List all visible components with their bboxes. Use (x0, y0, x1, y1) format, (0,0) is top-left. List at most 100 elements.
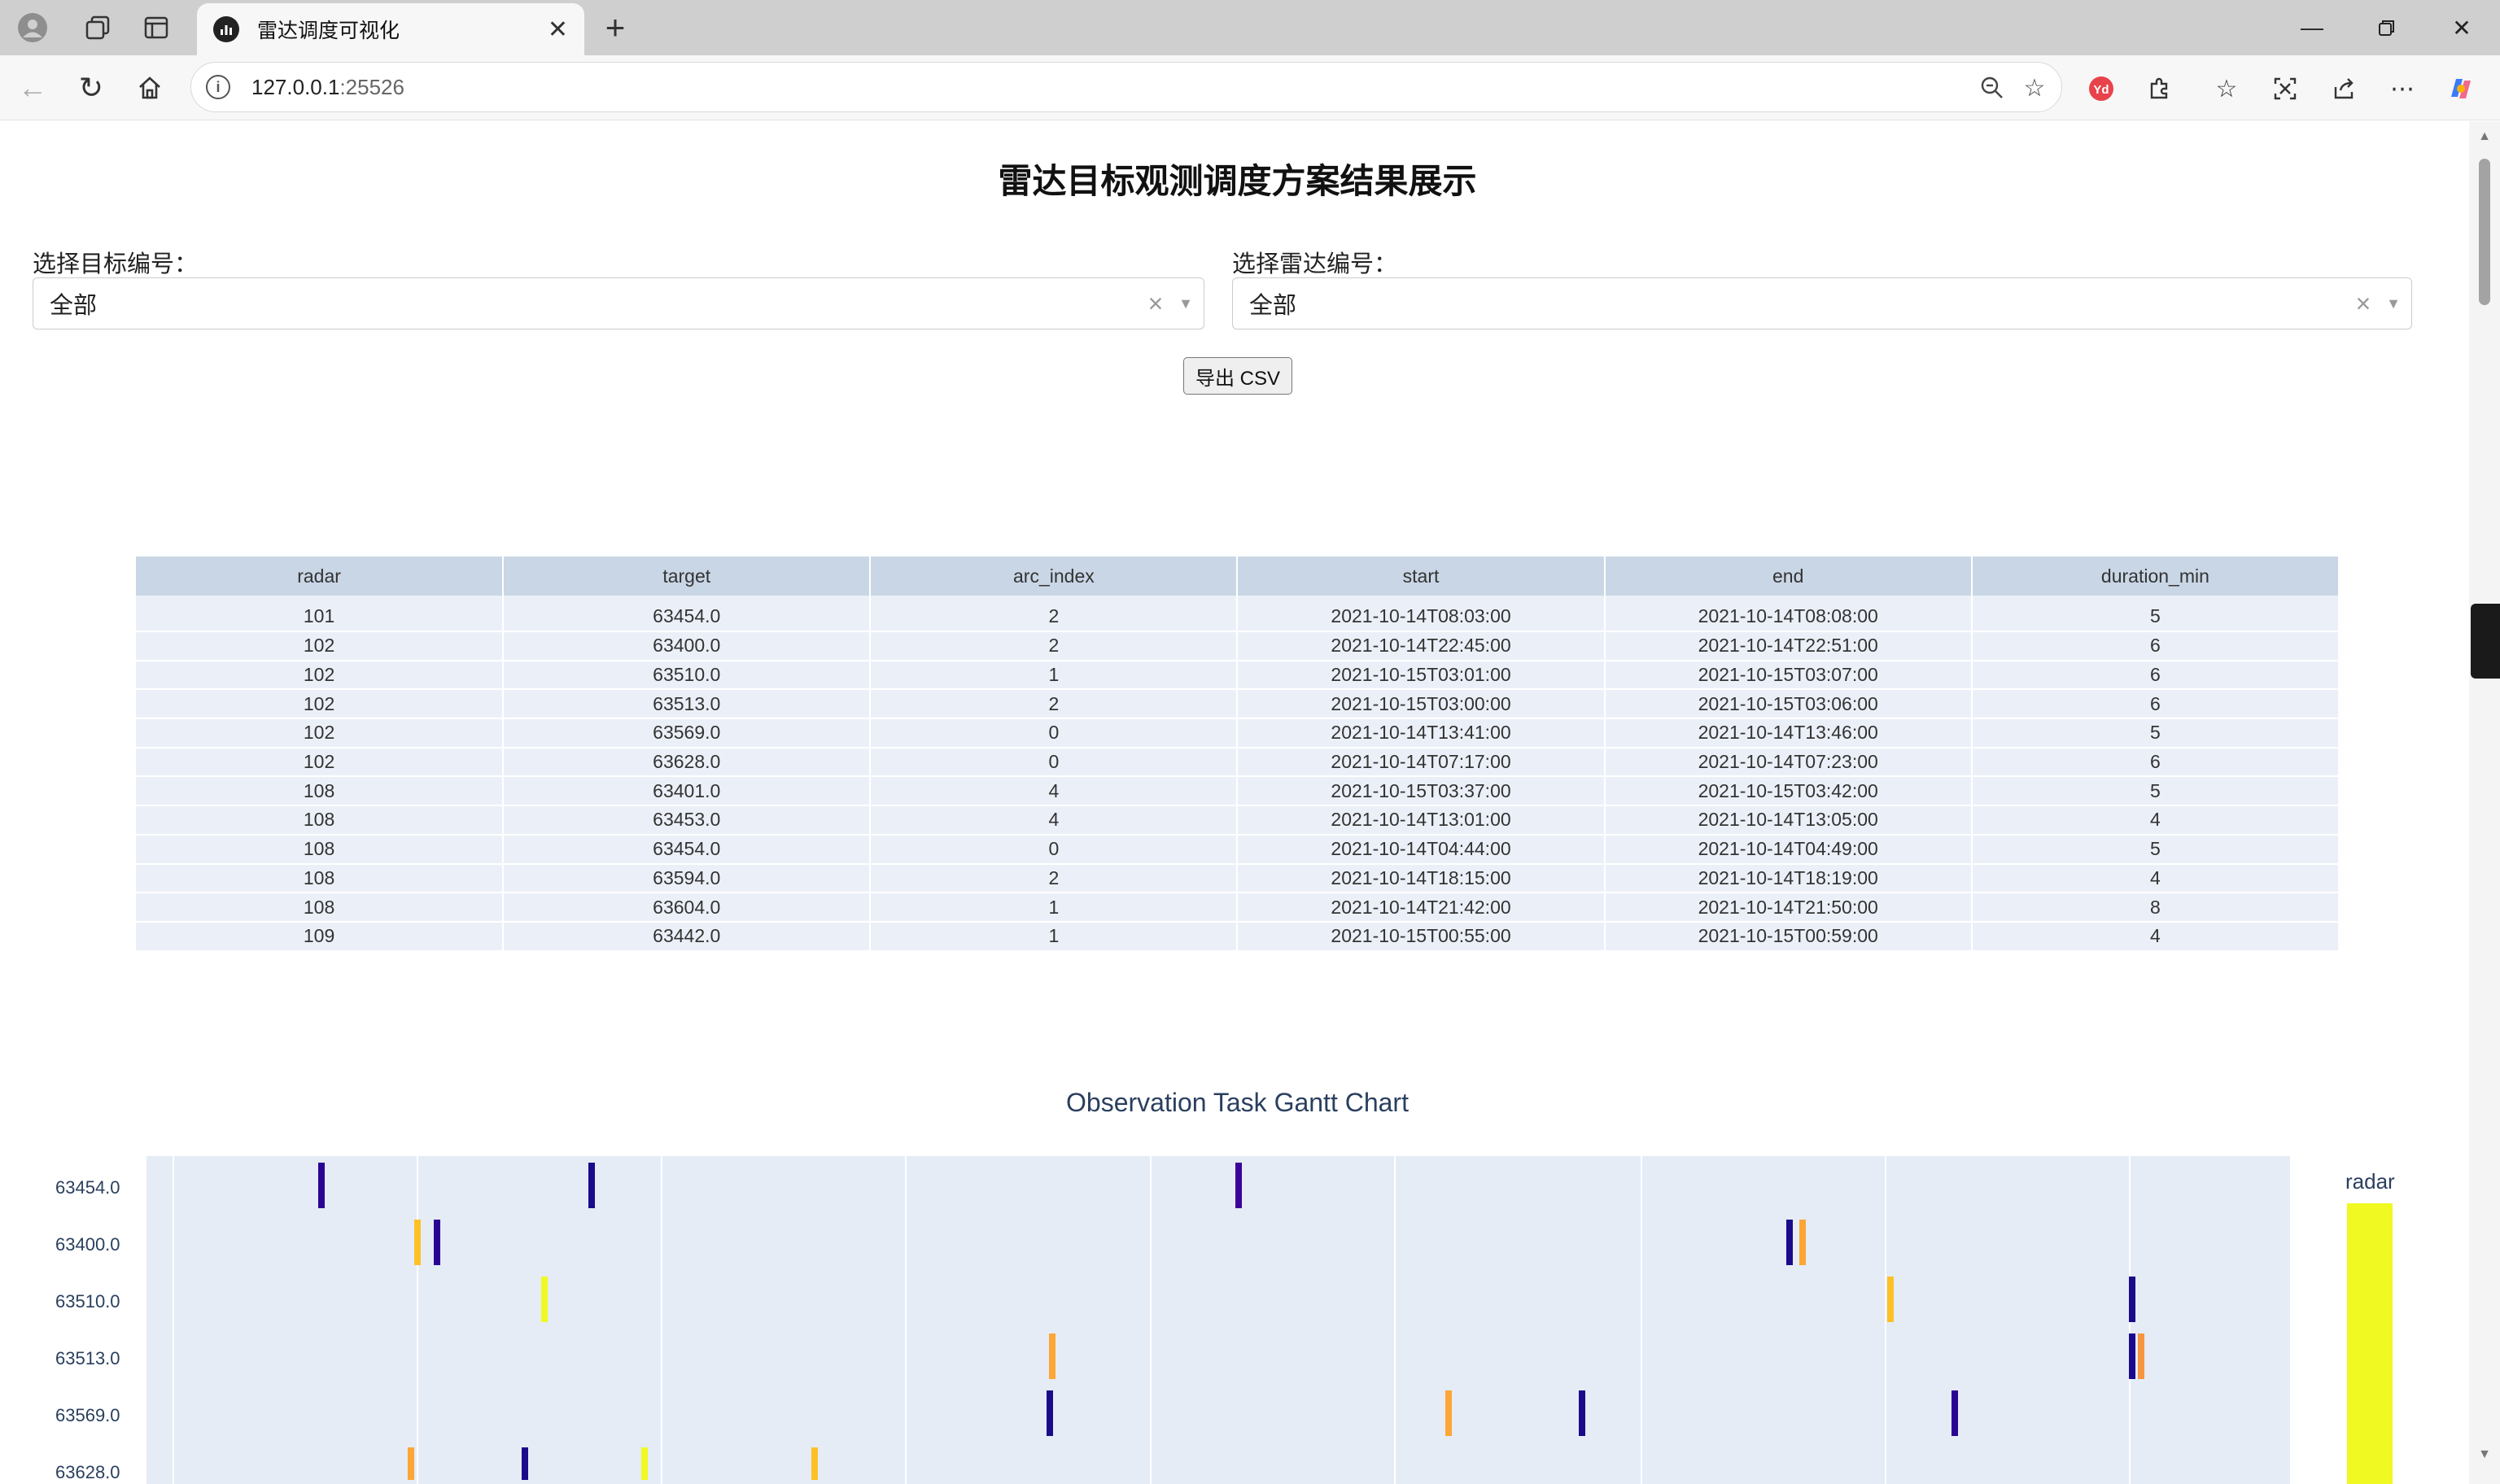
table-cell-radar: 102 (136, 631, 505, 661)
radar-filter-label: 选择雷达编号： (1232, 251, 1398, 277)
table-cell-start: 2021-10-14T21:42:00 (1237, 893, 1606, 923)
minimize-icon[interactable]: — (2275, 7, 2349, 49)
gantt-task-bar[interactable] (1445, 1390, 1453, 1436)
column-header-duration_min[interactable]: duration_min (1971, 556, 2340, 596)
y-tick-label: 63628.0 (55, 1462, 120, 1482)
table-cell-duration_min: 5 (1971, 834, 2340, 865)
table-cell-radar: 109 (136, 921, 505, 952)
table-row: 102 63400.0 2 2021-10-14T22:45:00 2021-10-14… (136, 631, 2340, 661)
y-tick-label: 63454.0 (55, 1177, 120, 1198)
copilot-icon[interactable] (2438, 66, 2484, 111)
new-tab-icon[interactable]: + (592, 7, 638, 49)
gantt-task-bar[interactable] (2137, 1333, 2144, 1379)
tab-actions-icon[interactable] (132, 7, 181, 49)
clear-icon[interactable]: × (1143, 289, 1168, 319)
table-cell-arc_index: 0 (870, 747, 1239, 778)
column-header-radar[interactable]: radar (136, 556, 505, 596)
table-cell-start: 2021-10-14T13:41:00 (1237, 718, 1606, 749)
table-cell-end: 2021-10-15T00:59:00 (1604, 921, 1973, 952)
zoom-icon[interactable] (1975, 71, 2009, 105)
refresh-icon[interactable]: ↻ (68, 65, 114, 111)
table-cell-target: 63513.0 (503, 689, 872, 720)
favorites-icon[interactable]: ☆ (2204, 66, 2249, 111)
gantt-task-bar[interactable] (1578, 1390, 1585, 1436)
table-cell-target: 63442.0 (503, 921, 872, 952)
gantt-task-bar[interactable] (2129, 1333, 2136, 1379)
gantt-plot-area (146, 1156, 2290, 1484)
gantt-task-bar[interactable] (540, 1277, 548, 1322)
gantt-task-bar[interactable] (1235, 1163, 1243, 1208)
table-cell-target: 63454.0 (503, 834, 872, 865)
back-icon[interactable]: ← (10, 65, 55, 111)
screenshot-icon[interactable] (2262, 66, 2308, 111)
page-scrollbar[interactable]: ▲ ▼ (2469, 121, 2500, 1484)
profile-icon[interactable] (8, 7, 57, 49)
address-bar[interactable]: i 127.0.0.1:25526 ☆ (190, 62, 2062, 112)
table-cell-end: 2021-10-14T18:19:00 (1604, 863, 1973, 894)
table-cell-start: 2021-10-14T07:17:00 (1237, 747, 1606, 778)
gantt-task-bar[interactable] (317, 1163, 325, 1208)
gantt-task-bar[interactable] (588, 1163, 595, 1208)
table-cell-target: 63453.0 (503, 805, 872, 836)
target-select[interactable]: 全部 × ▼ (33, 277, 1204, 330)
table-cell-end: 2021-10-15T03:07:00 (1604, 660, 1973, 691)
radar-select[interactable]: 全部 × ▼ (1232, 277, 2412, 330)
extension-red-icon[interactable]: Yd (2078, 66, 2124, 111)
scroll-thumb[interactable] (2479, 159, 2490, 305)
column-header-target[interactable]: target (503, 556, 872, 596)
target-filter-label: 选择目标编号： (33, 251, 199, 277)
tab-close-icon[interactable]: ✕ (548, 15, 568, 44)
table-cell-target: 63401.0 (503, 776, 872, 807)
table-cell-radar: 101 (136, 596, 505, 632)
gantt-task-bar[interactable] (1786, 1220, 1793, 1265)
table-cell-end: 2021-10-14T04:49:00 (1604, 834, 1973, 865)
column-header-arc_index[interactable]: arc_index (870, 556, 1239, 596)
column-header-start[interactable]: start (1237, 556, 1606, 596)
table-cell-arc_index: 0 (870, 834, 1239, 865)
gantt-task-bar[interactable] (1886, 1277, 1894, 1322)
table-cell-start: 2021-10-14T13:01:00 (1237, 805, 1606, 836)
site-info-icon[interactable]: i (206, 75, 230, 99)
gantt-task-bar[interactable] (1048, 1333, 1056, 1379)
browser-toolbar: ← ↻ i 127.0.0.1:25526 ☆ Yd ☆ ⋯ (0, 55, 2500, 120)
gantt-chart-title: Observation Task Gantt Chart (1066, 1088, 1409, 1117)
scroll-down-icon[interactable]: ▼ (2476, 1447, 2493, 1462)
scroll-up-icon[interactable]: ▲ (2476, 129, 2493, 144)
gantt-task-bar[interactable] (408, 1447, 415, 1480)
tab-active[interactable]: 雷达调度可视化 ✕ (197, 3, 584, 55)
gantt-task-bar[interactable] (1951, 1390, 1958, 1436)
table-cell-target: 63594.0 (503, 863, 872, 894)
gantt-task-bar[interactable] (521, 1447, 528, 1480)
x-gridline (1149, 1156, 1152, 1484)
gantt-task-bar[interactable] (1799, 1220, 1806, 1265)
gantt-task-bar[interactable] (433, 1220, 440, 1265)
gantt-task-bar[interactable] (414, 1220, 422, 1265)
gantt-task-bar[interactable] (2129, 1277, 2136, 1322)
sidebar-handle[interactable] (2471, 604, 2500, 679)
home-icon[interactable] (127, 65, 173, 111)
gantt-task-bar[interactable] (811, 1447, 818, 1480)
restore-icon[interactable] (2350, 7, 2424, 49)
table-cell-target: 63454.0 (503, 596, 872, 632)
table-cell-arc_index: 1 (870, 921, 1239, 952)
gantt-task-bar[interactable] (1047, 1390, 1054, 1436)
more-menu-icon[interactable]: ⋯ (2380, 66, 2425, 111)
page-title: 雷达目标观测调度方案结果展示 (998, 162, 1477, 200)
close-window-icon[interactable]: ✕ (2425, 7, 2498, 49)
gantt-task-bar[interactable] (641, 1447, 649, 1480)
column-header-end[interactable]: end (1604, 556, 1973, 596)
export-csv-button[interactable]: 导出 CSV (1183, 357, 1292, 395)
table-cell-arc_index: 2 (870, 596, 1239, 632)
table-cell-arc_index: 0 (870, 718, 1239, 749)
chevron-down-icon[interactable]: ▼ (1168, 295, 1204, 312)
clear-icon[interactable]: × (2351, 289, 2375, 319)
favorite-star-icon[interactable]: ☆ (2017, 71, 2052, 105)
table-cell-arc_index: 1 (870, 660, 1239, 691)
chevron-down-icon[interactable]: ▼ (2375, 295, 2411, 312)
table-cell-target: 63604.0 (503, 893, 872, 923)
extensions-icon[interactable] (2137, 66, 2183, 111)
workspaces-icon[interactable] (73, 7, 122, 49)
table-cell-duration_min: 5 (1971, 596, 2340, 632)
share-icon[interactable] (2321, 66, 2367, 111)
table-row: 108 63604.0 1 2021-10-14T21:42:00 2021-10-14… (136, 893, 2340, 923)
